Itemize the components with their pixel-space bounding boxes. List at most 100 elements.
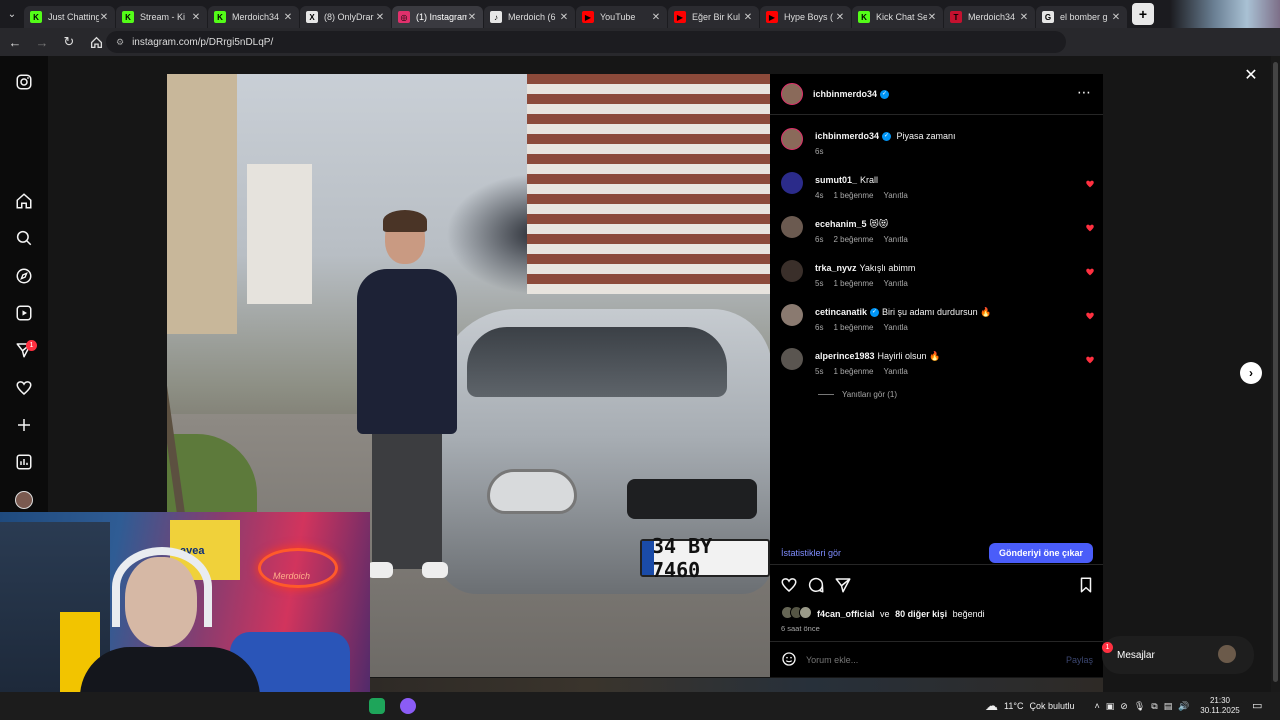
- liked-by-username[interactable]: f4can_official: [817, 609, 875, 619]
- browser-tab[interactable]: T Merdoich34 ✕: [944, 6, 1035, 28]
- comment-like-heart-icon[interactable]: [1085, 311, 1095, 321]
- more-options-button[interactable]: ⋯: [1077, 84, 1091, 101]
- browser-tab[interactable]: Gel bomber g ✕: [1036, 6, 1127, 28]
- browser-tab[interactable]: K Just Chatting ✕: [24, 6, 115, 28]
- liked-by-others-link[interactable]: 80 diğer kişi: [895, 609, 947, 619]
- microphone-icon[interactable]: 🎙: [1134, 701, 1145, 712]
- scrollbar-thumb[interactable]: [1273, 62, 1278, 682]
- comment-likes[interactable]: 1 beğenme: [833, 367, 873, 376]
- comment-likes[interactable]: 1 beğenme: [833, 279, 873, 288]
- caption-author-avatar[interactable]: [781, 128, 803, 150]
- new-tab-button[interactable]: +: [1132, 3, 1154, 25]
- comment-username[interactable]: cetincanatik: [815, 307, 867, 317]
- network-icon[interactable]: ▤: [1164, 701, 1173, 712]
- tray-app-icon[interactable]: ⊘: [1120, 701, 1128, 712]
- page-scrollbar[interactable]: [1271, 56, 1280, 692]
- back-button[interactable]: ←: [3, 30, 27, 54]
- browser-tab[interactable]: ▶ YouTube ✕: [576, 6, 667, 28]
- view-replies-link[interactable]: Yanıtları gör (1): [818, 390, 907, 399]
- chevron-up-icon[interactable]: ˄: [1094, 701, 1099, 711]
- explore-compass-icon[interactable]: [14, 266, 34, 286]
- tab-close-icon[interactable]: ✕: [191, 12, 201, 23]
- comment-input[interactable]: [806, 652, 1056, 668]
- reels-icon[interactable]: [14, 303, 34, 323]
- comment-reply-button[interactable]: Yanıtla: [883, 279, 907, 288]
- view-insights-link[interactable]: İstatistikleri gör: [781, 548, 841, 558]
- comment-avatar[interactable]: [781, 172, 803, 194]
- browser-tab[interactable]: X (8) OnlyDrar ✕: [300, 6, 391, 28]
- comment-likes[interactable]: 2 beğenme: [833, 235, 873, 244]
- home-button[interactable]: [84, 30, 108, 54]
- tab-close-icon[interactable]: ✕: [99, 12, 109, 23]
- comment-like-heart-icon[interactable]: [1085, 267, 1095, 277]
- save-bookmark-icon[interactable]: [1077, 576, 1095, 594]
- tab-close-icon[interactable]: ✕: [283, 12, 293, 23]
- comment-avatar[interactable]: [781, 304, 803, 326]
- comment-like-heart-icon[interactable]: [1085, 355, 1095, 365]
- dashboard-chart-icon[interactable]: [14, 452, 34, 472]
- tab-close-icon[interactable]: ✕: [467, 12, 477, 23]
- comment-like-heart-icon[interactable]: [1085, 223, 1095, 233]
- close-modal-button[interactable]: ✕: [1243, 68, 1259, 84]
- create-plus-icon[interactable]: [14, 415, 34, 435]
- comment-reply-button[interactable]: Yanıtla: [883, 235, 907, 244]
- site-info-icon[interactable]: ⚙: [116, 37, 124, 48]
- app-icon-green[interactable]: [369, 698, 385, 714]
- comment-likes[interactable]: 1 beğenme: [833, 323, 873, 332]
- browser-tab[interactable]: K Stream - Ki ✕: [116, 6, 207, 28]
- app-icon-purple[interactable]: [400, 698, 416, 714]
- comment-username[interactable]: trka_nyvz: [815, 263, 857, 273]
- address-bar[interactable]: ⚙ instagram.com/p/DRrgi5nDLqP/: [106, 31, 1066, 53]
- comment-username[interactable]: ecehanim_5: [815, 219, 867, 229]
- tab-close-icon[interactable]: ✕: [927, 12, 937, 23]
- tab-close-icon[interactable]: ✕: [1019, 12, 1029, 23]
- author-username[interactable]: ichbinmerdo34: [813, 89, 877, 99]
- speaker-icon[interactable]: 🔊: [1178, 701, 1189, 712]
- comment-avatar[interactable]: [781, 216, 803, 238]
- reload-button[interactable]: ↻: [57, 30, 81, 54]
- comment-username[interactable]: sumut01_: [815, 175, 857, 185]
- comment-likes[interactable]: 1 beğenme: [833, 191, 873, 200]
- search-icon[interactable]: [14, 228, 34, 248]
- tray-app-icon[interactable]: ▣: [1106, 701, 1115, 712]
- emoji-smiley-icon[interactable]: [781, 651, 797, 667]
- share-send-icon[interactable]: [834, 576, 852, 594]
- home-icon[interactable]: [14, 191, 34, 211]
- comment-reply-button[interactable]: Yanıtla: [883, 367, 907, 376]
- comment-avatar[interactable]: [781, 260, 803, 282]
- comment-like-heart-icon[interactable]: [1085, 179, 1095, 189]
- comment-reply-button[interactable]: Yanıtla: [883, 323, 907, 332]
- tab-close-icon[interactable]: ✕: [651, 12, 661, 23]
- weather-temp[interactable]: 11°C: [1004, 701, 1023, 711]
- weather-desc[interactable]: Çok bulutlu: [1029, 701, 1074, 711]
- comment-username[interactable]: alperince1983: [815, 351, 875, 361]
- tab-close-icon[interactable]: ✕: [1111, 12, 1121, 23]
- comment-bubble-icon[interactable]: [807, 576, 825, 594]
- tab-close-icon[interactable]: ✕: [375, 12, 385, 23]
- author-avatar[interactable]: [781, 83, 803, 105]
- tab-close-icon[interactable]: ✕: [743, 12, 753, 23]
- heart-notifications-icon[interactable]: [14, 378, 34, 398]
- like-heart-icon[interactable]: [780, 576, 798, 594]
- messages-widget[interactable]: 1 Mesajlar: [1102, 636, 1254, 674]
- comment-avatar[interactable]: [781, 348, 803, 370]
- boost-post-button[interactable]: Gönderiyi öne çıkar: [989, 543, 1093, 563]
- browser-tab[interactable]: ◎ (1) Instagram ✕: [392, 6, 483, 28]
- tray-app-icon[interactable]: ⧉: [1151, 701, 1157, 712]
- comment-reply-button[interactable]: Yanıtla: [883, 191, 907, 200]
- tab-close-icon[interactable]: ✕: [559, 12, 569, 23]
- taskbar-clock[interactable]: 21:30 30.11.2025: [1200, 696, 1240, 716]
- instagram-logo-icon[interactable]: [14, 72, 34, 92]
- profile-avatar[interactable]: [14, 490, 34, 510]
- browser-tab[interactable]: ▶ Eğer Bir Kul ✕: [668, 6, 759, 28]
- browser-tab[interactable]: K Merdoich34 ✕: [208, 6, 299, 28]
- browser-tab[interactable]: ♪ Merdoich (6 ✕: [484, 6, 575, 28]
- forward-button[interactable]: →: [30, 30, 54, 54]
- tab-close-icon[interactable]: ✕: [835, 12, 845, 23]
- tab-search-button[interactable]: ⌄: [0, 0, 24, 28]
- browser-tab[interactable]: K Kick Chat Se ✕: [852, 6, 943, 28]
- post-comment-button[interactable]: Paylaş: [1066, 655, 1093, 665]
- next-post-button[interactable]: ›: [1240, 362, 1262, 384]
- caption-username[interactable]: ichbinmerdo34: [815, 131, 879, 141]
- browser-tab[interactable]: ▶ Hype Boys (✕: [760, 6, 851, 28]
